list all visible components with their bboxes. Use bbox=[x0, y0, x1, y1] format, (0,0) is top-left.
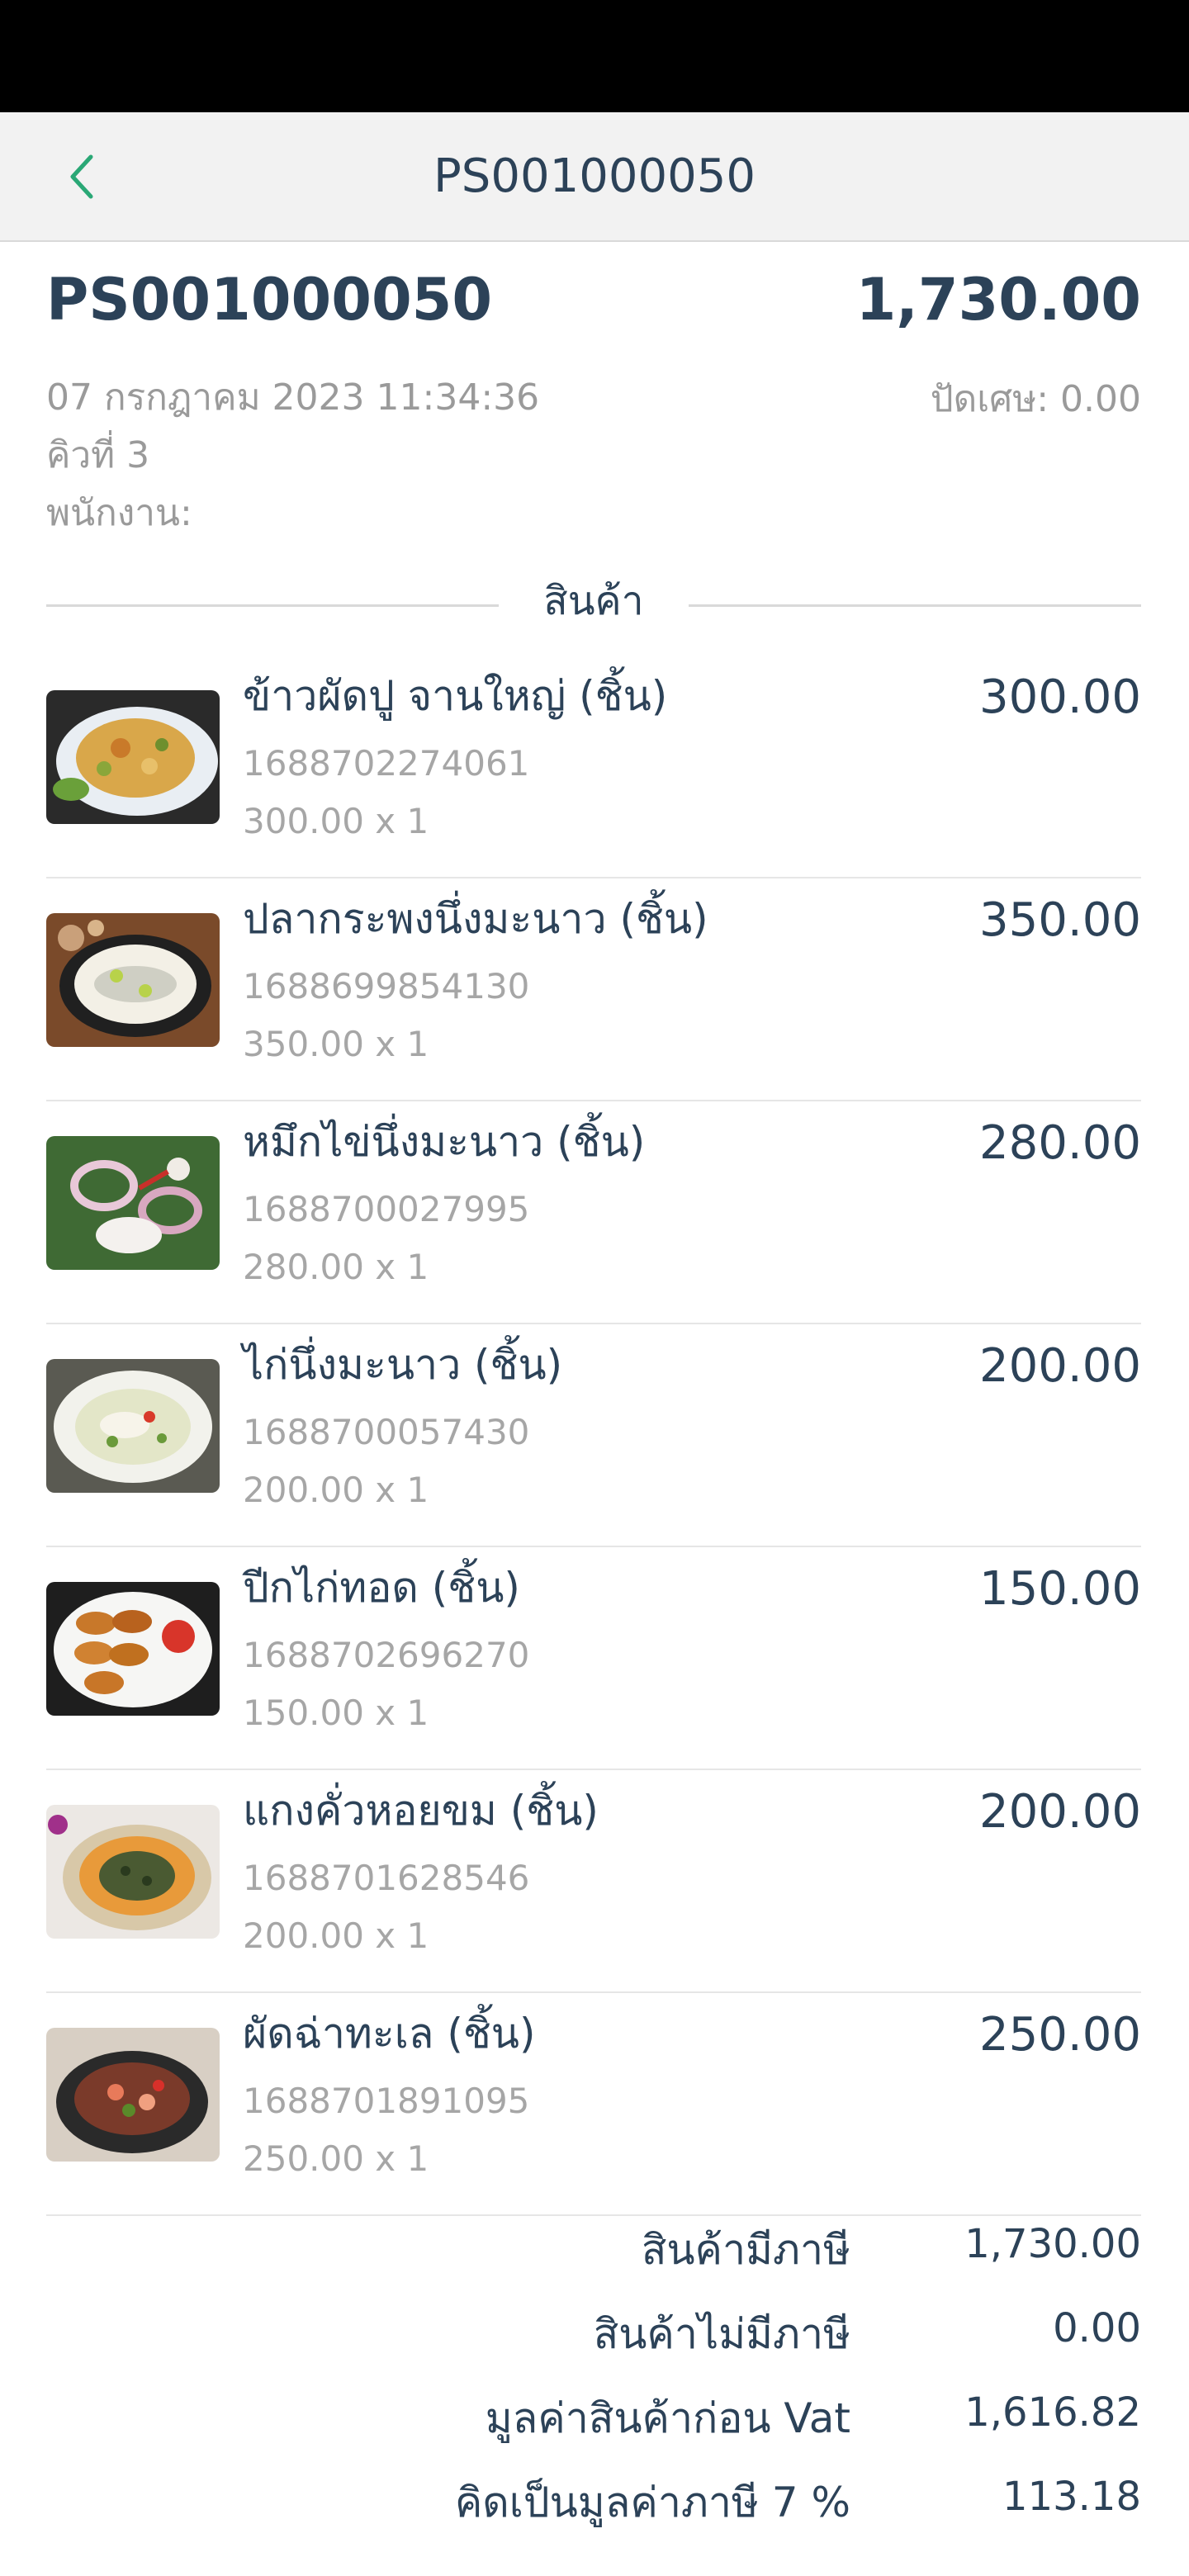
item-code: 1688699854130 bbox=[243, 966, 530, 1006]
item-quantity: 200.00 x 1 bbox=[243, 1470, 429, 1510]
item-code: 1688700057430 bbox=[243, 1412, 530, 1452]
queue-number: คิวที่ 3 bbox=[46, 434, 150, 476]
summary-label: มูลค่าสินค้าก่อน Vat bbox=[485, 2394, 850, 2442]
seafood-stirfry-image bbox=[46, 2028, 220, 2162]
bill-datetime: 07 กรกฎาคม 2023 11:34:36 bbox=[46, 376, 540, 419]
list-item[interactable]: ปลากระพงนึ่งมะนาว (ชิ้น) 1688699854130 3… bbox=[46, 878, 1141, 1101]
header-title: PS001000050 bbox=[433, 149, 756, 203]
item-name: ไก่นึ่งมะนาว (ชิ้น) bbox=[243, 1341, 563, 1389]
item-name: หมึกไข่นึ่งมะนาว (ชิ้น) bbox=[243, 1118, 646, 1166]
item-name: ปีกไก่ทอด (ชิ้น) bbox=[243, 1564, 520, 1612]
item-name: ผัดฉ่าทะเล (ชิ้น) bbox=[243, 2010, 536, 2057]
item-price: 250.00 bbox=[979, 2008, 1141, 2062]
item-quantity: 200.00 x 1 bbox=[243, 1915, 429, 1956]
rounding-value: ปัดเศษ: 0.00 bbox=[930, 378, 1141, 420]
list-item[interactable]: ผัดฉ่าทะเล (ชิ้น) 1688701891095 250.00 x… bbox=[46, 1993, 1141, 2216]
summary-label: สินค้าไม่มีภาษี bbox=[593, 2310, 850, 2358]
summary-row-non-taxable: สินค้าไม่มีภาษี 0.00 bbox=[0, 2290, 1141, 2375]
staff-label: พนักงาน: bbox=[46, 492, 192, 534]
item-price: 200.00 bbox=[979, 1785, 1141, 1839]
list-item[interactable]: แกงคั่วหอยขม (ชิ้น) 1688701628546 200.00… bbox=[46, 1770, 1141, 1993]
list-item[interactable]: หมึกไข่นึ่งมะนาว (ชิ้น) 1688700027995 28… bbox=[46, 1101, 1141, 1324]
summary-row-vat: คิดเป็นมูลค่าภาษี 7 % 113.18 bbox=[0, 2459, 1141, 2543]
item-code: 1688701628546 bbox=[243, 1858, 530, 1898]
item-name: ข้าวผัดปู จานใหญ่ (ชิ้น) bbox=[243, 672, 668, 720]
bill-total: 1,730.00 bbox=[855, 266, 1141, 334]
back-button[interactable] bbox=[58, 145, 107, 208]
summary-label: สินค้ามีภาษี bbox=[641, 2226, 850, 2274]
item-name: ปลากระพงนึ่งมะนาว (ชิ้น) bbox=[243, 895, 708, 943]
list-item[interactable]: ไก่นึ่งมะนาว (ชิ้น) 1688700057430 200.00… bbox=[46, 1324, 1141, 1547]
item-price: 280.00 bbox=[979, 1116, 1141, 1170]
item-price: 200.00 bbox=[979, 1339, 1141, 1393]
item-quantity: 300.00 x 1 bbox=[243, 801, 429, 841]
status-bar bbox=[0, 0, 1189, 112]
summary-value: 1,730.00 bbox=[964, 2221, 1141, 2267]
app-header: PS001000050 bbox=[0, 112, 1189, 242]
lime-chicken-image bbox=[46, 1359, 220, 1493]
summary-label: คิดเป็นมูลค่าภาษี 7 % bbox=[454, 2479, 850, 2526]
bill-number: PS001000050 bbox=[46, 266, 493, 334]
summary-value: 0.00 bbox=[1053, 2305, 1141, 2351]
list-item[interactable]: ข้าวผัดปู จานใหญ่ (ชิ้น) 1688702274061 3… bbox=[46, 656, 1141, 878]
item-price: 150.00 bbox=[979, 1562, 1141, 1616]
item-code: 1688701891095 bbox=[243, 2081, 530, 2121]
crab-fried-rice-image bbox=[46, 690, 220, 824]
item-quantity: 150.00 x 1 bbox=[243, 1693, 429, 1733]
chevron-left-icon bbox=[70, 154, 93, 199]
item-quantity: 350.00 x 1 bbox=[243, 1024, 429, 1064]
item-price: 350.00 bbox=[979, 893, 1141, 947]
steamed-fish-image bbox=[46, 913, 220, 1047]
item-quantity: 280.00 x 1 bbox=[243, 1247, 429, 1287]
list-item[interactable]: ปีกไก่ทอด (ชิ้น) 1688702696270 150.00 x … bbox=[46, 1547, 1141, 1770]
item-code: 1688700027995 bbox=[243, 1189, 530, 1229]
summary-value: 1,616.82 bbox=[964, 2389, 1141, 2436]
item-name: แกงคั่วหอยขม (ชิ้น) bbox=[243, 1787, 599, 1835]
tax-summary: สินค้ามีภาษี 1,730.00 สินค้าไม่มีภาษี 0.… bbox=[0, 2206, 1141, 2543]
product-list: ข้าวผัดปู จานใหญ่ (ชิ้น) 1688702274061 3… bbox=[46, 656, 1141, 2216]
item-code: 1688702274061 bbox=[243, 743, 530, 784]
squid-salad-image bbox=[46, 1136, 220, 1270]
summary-value: 113.18 bbox=[1002, 2474, 1141, 2520]
fried-wings-image bbox=[46, 1582, 220, 1716]
item-quantity: 250.00 x 1 bbox=[243, 2138, 429, 2179]
snail-curry-image bbox=[46, 1805, 220, 1939]
summary-row-taxable: สินค้ามีภาษี 1,730.00 bbox=[0, 2206, 1141, 2290]
products-section-label: สินค้า bbox=[543, 578, 644, 624]
summary-row-pre-vat: มูลค่าสินค้าก่อน Vat 1,616.82 bbox=[0, 2375, 1141, 2459]
products-section-divider: สินค้า bbox=[46, 570, 1141, 632]
item-code: 1688702696270 bbox=[243, 1635, 530, 1675]
item-price: 300.00 bbox=[979, 670, 1141, 724]
